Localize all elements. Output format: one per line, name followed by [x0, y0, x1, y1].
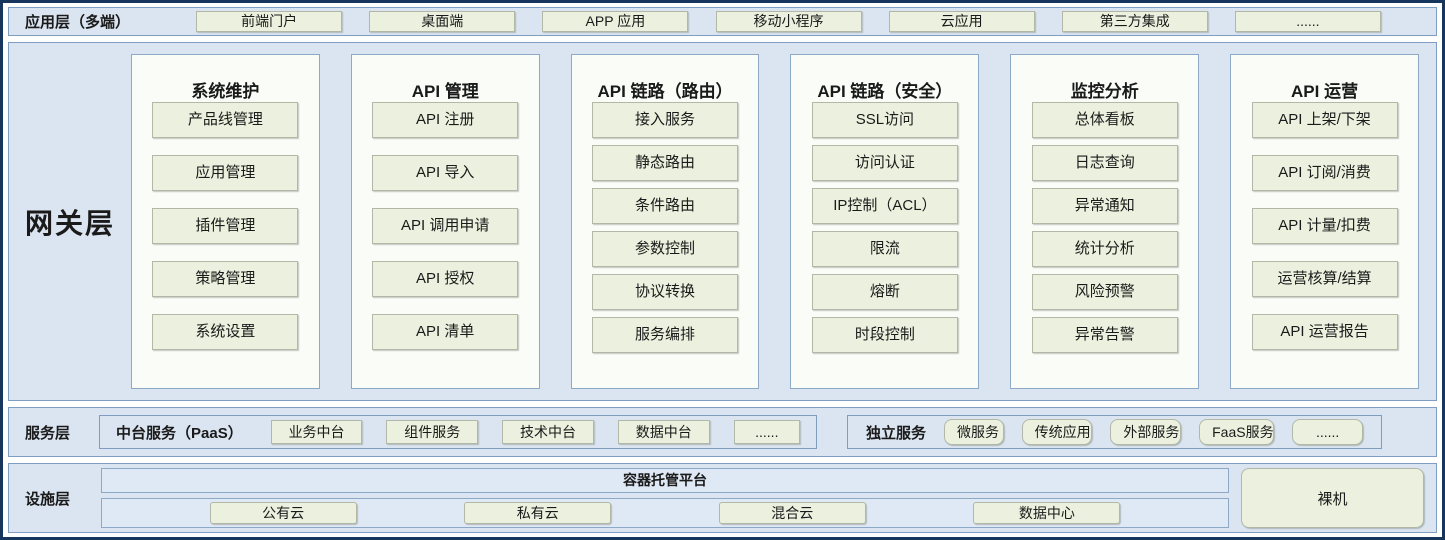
gateway-column-api-link-security: API 链路（安全） SSL访问 访问认证 IP控制（ACL） 限流 熔断 时段… [790, 54, 979, 389]
bare-metal-box: 裸机 [1241, 468, 1424, 528]
chip-paas-ellipsis: ...... [734, 420, 800, 444]
chip-overall-dashboard: 总体看板 [1032, 102, 1178, 138]
gateway-column-monitoring-analysis: 监控分析 总体看板 日志查询 异常通知 统计分析 风险预警 异常告警 [1010, 54, 1199, 389]
gateway-layer-label: 网关层 [9, 43, 131, 400]
app-item-desktop: 桌面端 [369, 11, 515, 32]
chip-external-service: 外部服务 [1110, 419, 1181, 445]
application-layer-items: 前端门户 桌面端 APP 应用 移动小程序 云应用 第三方集成 ...... [159, 11, 1436, 32]
container-hosting-platform-bar: 容器托管平台 [101, 468, 1229, 493]
app-item-mobile-app: APP 应用 [542, 11, 688, 32]
chip-api-subscribe-consume: API 订阅/消费 [1252, 155, 1398, 191]
app-item-cloud-app: 云应用 [889, 11, 1035, 32]
column-title: API 运营 [1291, 77, 1358, 102]
chip-operation-accounting: 运营核算/结算 [1252, 261, 1398, 297]
chip-protocol-conversion: 协议转换 [592, 274, 738, 310]
chip-component-service: 组件服务 [386, 420, 478, 444]
gateway-column-system-maintenance: 系统维护 产品线管理 应用管理 插件管理 策略管理 系统设置 [131, 54, 320, 389]
architecture-diagram: 应用层（多端） 前端门户 桌面端 APP 应用 移动小程序 云应用 第三方集成 … [0, 0, 1445, 540]
service-layer-label: 服务层 [9, 422, 99, 443]
chip-risk-warning: 风险预警 [1032, 274, 1178, 310]
gateway-columns: 系统维护 产品线管理 应用管理 插件管理 策略管理 系统设置 API 管理 AP… [131, 43, 1436, 400]
chip-faas-service: FaaS服务 [1199, 419, 1274, 445]
chip-hybrid-cloud: 混合云 [719, 502, 866, 524]
chip-parameter-control: 参数控制 [592, 231, 738, 267]
chip-static-routing: 静态路由 [592, 145, 738, 181]
chip-api-import: API 导入 [372, 155, 518, 191]
chip-log-query: 日志查询 [1032, 145, 1178, 181]
chip-product-line-mgmt: 产品线管理 [152, 102, 298, 138]
paas-group-title: 中台服务（PaaS） [116, 422, 243, 443]
chip-statistical-analysis: 统计分析 [1032, 231, 1178, 267]
chip-rate-limiting: 限流 [812, 231, 958, 267]
chip-plugin-mgmt: 插件管理 [152, 208, 298, 244]
chip-service-orchestration: 服务编排 [592, 317, 738, 353]
cloud-options-bar: 公有云 私有云 混合云 数据中心 [101, 498, 1229, 528]
infrastructure-layer-label: 设施层 [9, 488, 101, 509]
chip-microservice: 微服务 [944, 419, 1004, 445]
application-layer-label: 应用层（多端） [9, 11, 159, 32]
chip-technology-middle-platform: 技术中台 [502, 420, 594, 444]
container-platform-stack: 容器托管平台 公有云 私有云 混合云 数据中心 [101, 468, 1229, 528]
chip-api-register: API 注册 [372, 102, 518, 138]
gateway-column-api-link-routing: API 链路（路由） 接入服务 静态路由 条件路由 参数控制 协议转换 服务编排 [571, 54, 760, 389]
app-item-frontend-portal: 前端门户 [196, 11, 342, 32]
chip-exception-notification: 异常通知 [1032, 188, 1178, 224]
chip-system-settings: 系统设置 [152, 314, 298, 350]
service-layer: 服务层 中台服务（PaaS） 业务中台 组件服务 技术中台 数据中台 .....… [8, 407, 1437, 457]
infrastructure-layer: 设施层 容器托管平台 公有云 私有云 混合云 数据中心 裸机 [8, 463, 1437, 533]
chip-api-authorization: API 授权 [372, 261, 518, 297]
chip-independent-ellipsis: ...... [1292, 419, 1363, 445]
paas-service-group: 中台服务（PaaS） 业务中台 组件服务 技术中台 数据中台 ...... [99, 415, 817, 449]
chip-access-authentication: 访问认证 [812, 145, 958, 181]
chip-api-call-request: API 调用申请 [372, 208, 518, 244]
column-title: API 管理 [412, 77, 479, 102]
chip-api-operation-report: API 运营报告 [1252, 314, 1398, 350]
chip-private-cloud: 私有云 [464, 502, 611, 524]
gateway-column-api-operations: API 运营 API 上架/下架 API 订阅/消费 API 计量/扣费 运营核… [1230, 54, 1419, 389]
column-title: 监控分析 [1071, 77, 1139, 102]
chip-ssl-access: SSL访问 [812, 102, 958, 138]
chip-time-period-control: 时段控制 [812, 317, 958, 353]
chip-data-center: 数据中心 [973, 502, 1120, 524]
independent-service-group: 独立服务 微服务 传统应用 外部服务 FaaS服务 ...... [847, 415, 1382, 449]
column-title: 系统维护 [191, 77, 259, 102]
column-title: API 链路（安全） [817, 77, 952, 102]
column-title: API 链路（路由） [598, 77, 733, 102]
gateway-layer: 网关层 系统维护 产品线管理 应用管理 插件管理 策略管理 系统设置 API 管… [8, 42, 1437, 401]
chip-exception-alert: 异常告警 [1032, 317, 1178, 353]
independent-group-title: 独立服务 [866, 422, 926, 443]
chip-conditional-routing: 条件路由 [592, 188, 738, 224]
application-layer: 应用层（多端） 前端门户 桌面端 APP 应用 移动小程序 云应用 第三方集成 … [8, 7, 1437, 36]
chip-access-service: 接入服务 [592, 102, 738, 138]
app-item-ellipsis: ...... [1235, 11, 1381, 32]
chip-circuit-breaker: 熔断 [812, 274, 958, 310]
chip-policy-mgmt: 策略管理 [152, 261, 298, 297]
chip-public-cloud: 公有云 [210, 502, 357, 524]
chip-business-middle-platform: 业务中台 [271, 420, 363, 444]
chip-app-mgmt: 应用管理 [152, 155, 298, 191]
gateway-column-api-management: API 管理 API 注册 API 导入 API 调用申请 API 授权 API… [351, 54, 540, 389]
chip-legacy-application: 传统应用 [1022, 419, 1093, 445]
app-item-mini-program: 移动小程序 [716, 11, 862, 32]
chip-api-metering-billing: API 计量/扣费 [1252, 208, 1398, 244]
app-item-third-party: 第三方集成 [1062, 11, 1208, 32]
chip-data-middle-platform: 数据中台 [618, 420, 710, 444]
chip-api-list: API 清单 [372, 314, 518, 350]
chip-api-publish-unpublish: API 上架/下架 [1252, 102, 1398, 138]
chip-ip-control-acl: IP控制（ACL） [812, 188, 958, 224]
